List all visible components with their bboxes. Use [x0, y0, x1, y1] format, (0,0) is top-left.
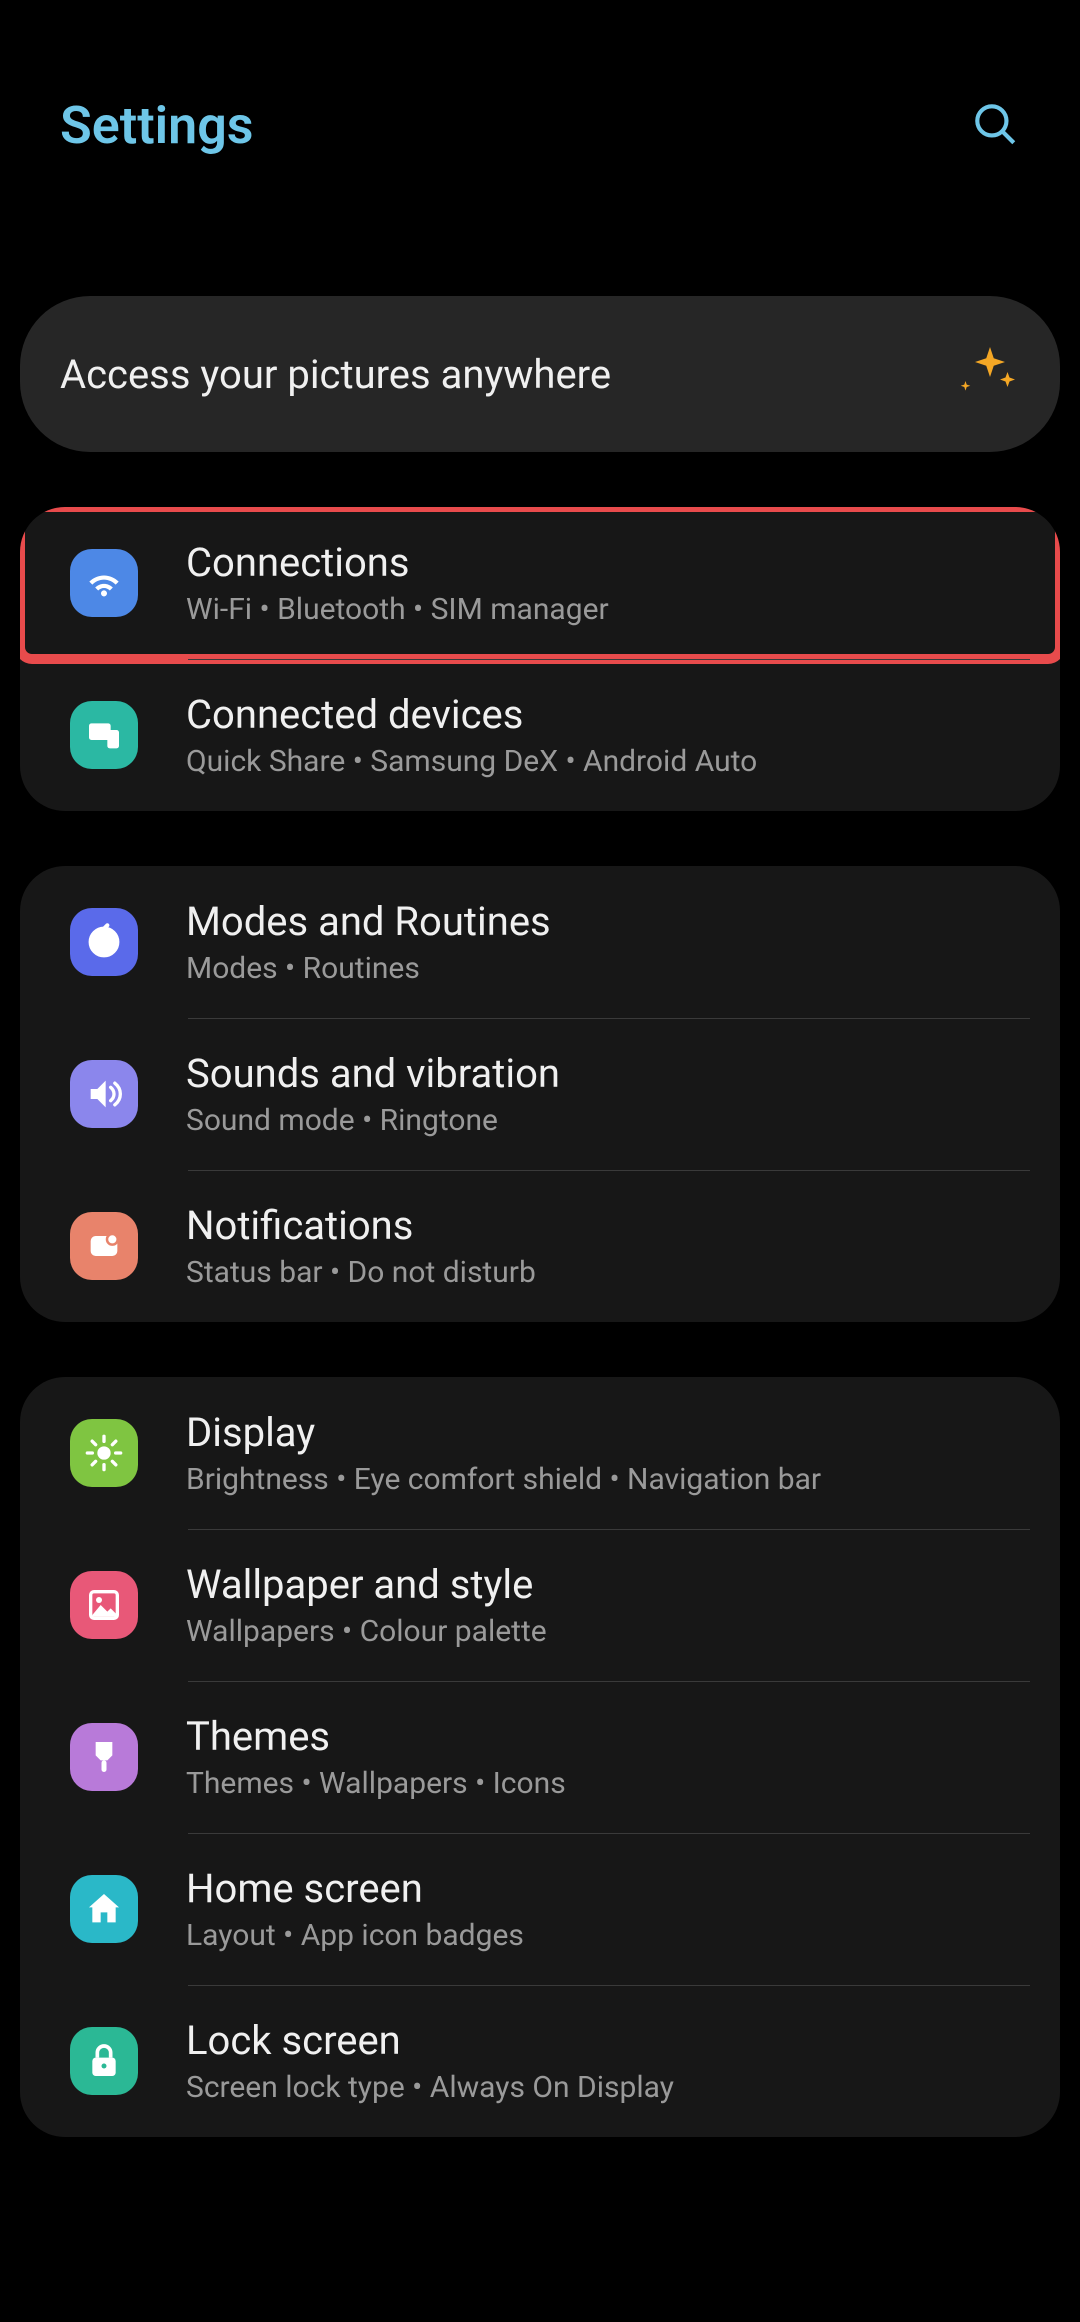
- settings-row-text: Display Brightness • Eye comfort shield …: [186, 1409, 1030, 1497]
- settings-row-text: Home screen Layout • App icon badges: [186, 1865, 1030, 1953]
- search-icon[interactable]: [970, 99, 1020, 153]
- modes-icon: [70, 908, 138, 976]
- settings-row-modes[interactable]: Modes and Routines Modes • Routines: [20, 866, 1060, 1018]
- settings-row-title: Sounds and vibration: [186, 1050, 1030, 1097]
- settings-row-text: Connections Wi-Fi • Bluetooth • SIM mana…: [186, 539, 1030, 627]
- settings-row-text: Themes Themes • Wallpapers • Icons: [186, 1713, 1030, 1801]
- settings-row-text: Modes and Routines Modes • Routines: [186, 898, 1030, 986]
- settings-row-sub: Wi-Fi • Bluetooth • SIM manager: [186, 592, 1030, 627]
- settings-row-title: Notifications: [186, 1202, 1030, 1249]
- settings-row-sub: Quick Share • Samsung DeX • Android Auto: [186, 744, 1030, 779]
- settings-row-sub: Wallpapers • Colour palette: [186, 1614, 1030, 1649]
- settings-row-lock-screen[interactable]: Lock screen Screen lock type • Always On…: [20, 1985, 1060, 2137]
- settings-row-text: Lock screen Screen lock type • Always On…: [186, 2017, 1030, 2105]
- header: Settings: [0, 0, 1080, 156]
- settings-row-text: Sounds and vibration Sound mode • Ringto…: [186, 1050, 1030, 1138]
- brightness-icon: [70, 1419, 138, 1487]
- settings-row-title: Connections: [186, 539, 1030, 586]
- settings-row-sub: Themes • Wallpapers • Icons: [186, 1766, 1030, 1801]
- settings-row-connected-devices[interactable]: Connected devices Quick Share • Samsung …: [20, 659, 1060, 811]
- paintbrush-icon: [70, 1723, 138, 1791]
- lock-icon: [70, 2027, 138, 2095]
- settings-row-sub: Sound mode • Ringtone: [186, 1103, 1030, 1138]
- settings-row-title: Wallpaper and style: [186, 1561, 1030, 1608]
- image-icon: [70, 1571, 138, 1639]
- promo-banner-text: Access your pictures anywhere: [60, 351, 611, 398]
- settings-row-sub: Brightness • Eye comfort shield • Naviga…: [186, 1462, 1030, 1497]
- settings-row-wallpaper[interactable]: Wallpaper and style Wallpapers • Colour …: [20, 1529, 1060, 1681]
- settings-group: Connections Wi-Fi • Bluetooth • SIM mana…: [20, 507, 1060, 811]
- settings-row-title: Modes and Routines: [186, 898, 1030, 945]
- settings-row-title: Home screen: [186, 1865, 1030, 1912]
- settings-row-sounds[interactable]: Sounds and vibration Sound mode • Ringto…: [20, 1018, 1060, 1170]
- page-title: Settings: [60, 95, 254, 156]
- settings-row-notifications[interactable]: Notifications Status bar • Do not distur…: [20, 1170, 1060, 1322]
- settings-row-themes[interactable]: Themes Themes • Wallpapers • Icons: [20, 1681, 1060, 1833]
- settings-row-sub: Screen lock type • Always On Display: [186, 2070, 1030, 2105]
- settings-row-sub: Modes • Routines: [186, 951, 1030, 986]
- volume-icon: [70, 1060, 138, 1128]
- settings-group: Display Brightness • Eye comfort shield …: [20, 1377, 1060, 2137]
- promo-banner[interactable]: Access your pictures anywhere: [20, 296, 1060, 452]
- settings-row-text: Connected devices Quick Share • Samsung …: [186, 691, 1030, 779]
- home-icon: [70, 1875, 138, 1943]
- settings-row-connections[interactable]: Connections Wi-Fi • Bluetooth • SIM mana…: [20, 507, 1060, 659]
- settings-row-title: Lock screen: [186, 2017, 1030, 2064]
- settings-row-text: Notifications Status bar • Do not distur…: [186, 1202, 1030, 1290]
- settings-row-sub: Status bar • Do not disturb: [186, 1255, 1030, 1290]
- sparkle-icon: [960, 342, 1020, 406]
- notification-icon: [70, 1212, 138, 1280]
- settings-group: Modes and Routines Modes • Routines Soun…: [20, 866, 1060, 1322]
- settings-row-display[interactable]: Display Brightness • Eye comfort shield …: [20, 1377, 1060, 1529]
- settings-row-home-screen[interactable]: Home screen Layout • App icon badges: [20, 1833, 1060, 1985]
- devices-icon: [70, 701, 138, 769]
- settings-row-text: Wallpaper and style Wallpapers • Colour …: [186, 1561, 1030, 1649]
- settings-row-sub: Layout • App icon badges: [186, 1918, 1030, 1953]
- settings-row-title: Themes: [186, 1713, 1030, 1760]
- wifi-icon: [70, 549, 138, 617]
- settings-row-title: Display: [186, 1409, 1030, 1456]
- settings-row-title: Connected devices: [186, 691, 1030, 738]
